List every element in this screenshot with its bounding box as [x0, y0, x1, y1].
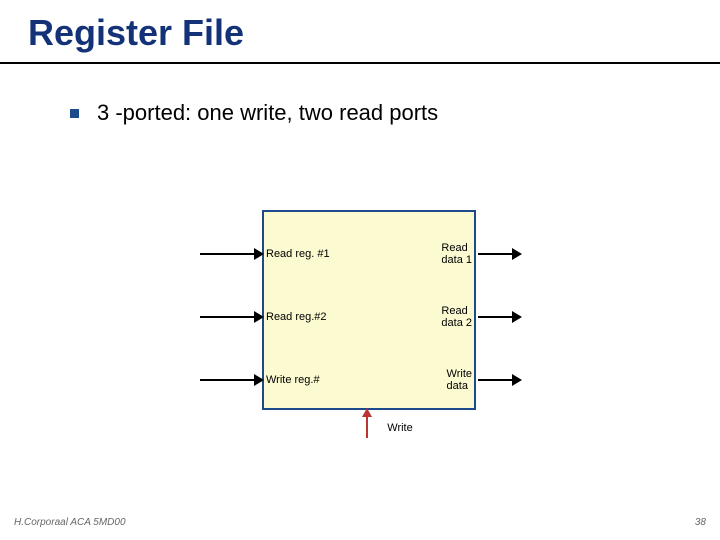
- label-read-reg-2: Read reg.#2: [266, 311, 327, 323]
- bullet-text: 3 -ported: one write, two read ports: [97, 100, 438, 126]
- port-row-3: Write reg.# Writedata: [200, 368, 520, 392]
- bullet-icon: [70, 109, 79, 118]
- title-rule: [0, 62, 720, 64]
- label-write-reg: Write reg.#: [266, 374, 320, 386]
- slide: Register File 3 -ported: one write, two …: [0, 0, 720, 540]
- arrow-out-1: [478, 253, 520, 255]
- slide-title: Register File: [28, 12, 244, 54]
- port-row-2: Read reg.#2 Readdata 2: [200, 305, 520, 329]
- footer-page-number: 38: [695, 517, 706, 528]
- arrow-in-write-data: [478, 379, 520, 381]
- label-write-data: Writedata: [447, 368, 472, 392]
- arrow-in-2: [200, 316, 262, 318]
- footer-author: H.Corporaal ACA 5MD00: [14, 517, 126, 528]
- label-read-data-1: Readdata 1: [441, 242, 472, 266]
- port-row-1: Read reg. #1 Readdata 1: [200, 242, 520, 266]
- regfile-diagram: Read reg. #1 Readdata 1 Read reg.#2 Read…: [200, 210, 520, 460]
- arrow-out-2: [478, 316, 520, 318]
- label-read-reg-1: Read reg. #1: [266, 248, 330, 260]
- arrow-in-3: [200, 379, 262, 381]
- arrow-in-1: [200, 253, 262, 255]
- label-write-ctl: Write: [350, 422, 450, 434]
- label-read-data-2: Readdata 2: [441, 305, 472, 329]
- bullet-row: 3 -ported: one write, two read ports: [70, 100, 438, 126]
